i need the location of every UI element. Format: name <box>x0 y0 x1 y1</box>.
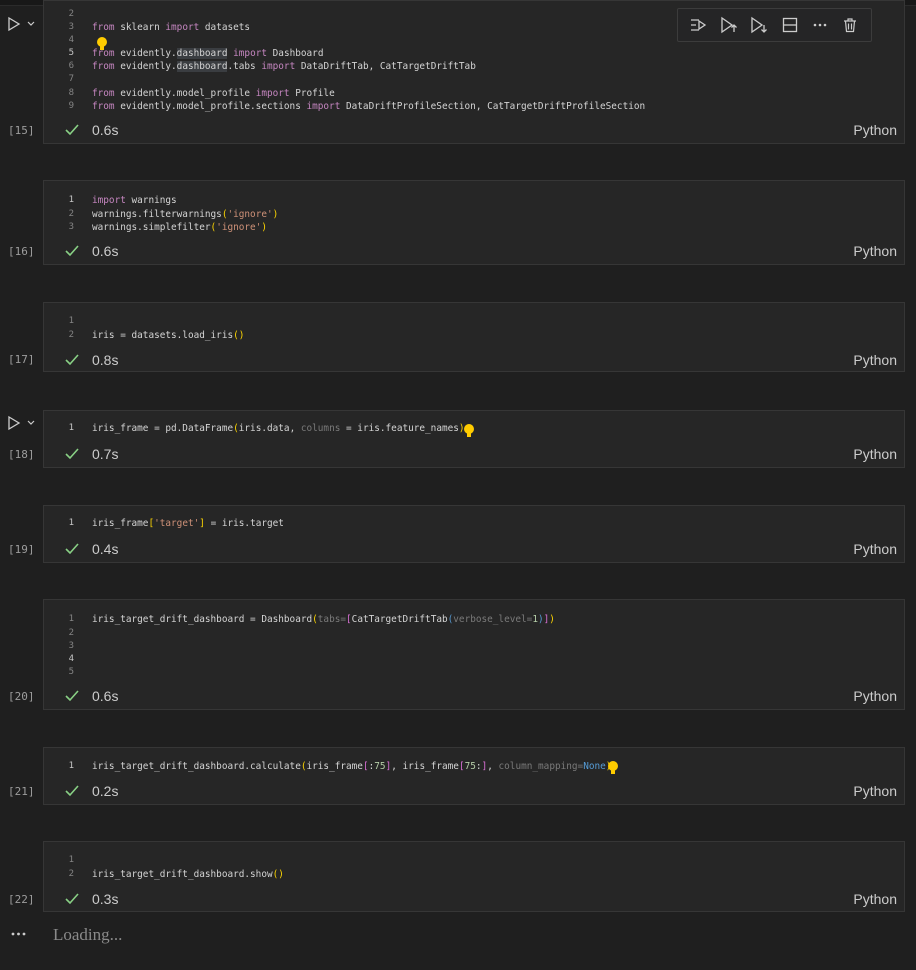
run-by-line-button[interactable] <box>687 13 711 37</box>
cell-run-control[interactable] <box>6 14 36 34</box>
code-line[interactable]: 1 <box>44 315 904 328</box>
kernel-language[interactable]: Python <box>853 783 897 799</box>
delete-cell-button[interactable] <box>838 13 862 37</box>
execute-below-button[interactable] <box>747 13 771 37</box>
success-check-icon <box>65 543 79 555</box>
code-line[interactable]: 1 <box>44 854 904 867</box>
code-line[interactable]: 8 from evidently.model_profile import Pro… <box>44 87 904 100</box>
cell-status: 0.6s Python <box>44 687 904 707</box>
cell-status: 0.6s Python <box>44 242 904 262</box>
success-check-icon <box>65 245 79 257</box>
code-line[interactable]: 3 warnings.simplefilter('ignore') <box>44 221 904 234</box>
chevron-down-icon[interactable] <box>26 418 36 428</box>
kernel-language[interactable]: Python <box>853 688 897 704</box>
run-cell-icon[interactable] <box>6 415 22 431</box>
code-line[interactable]: 2 iris = datasets.load_iris() <box>44 329 904 342</box>
execution-time: 0.2s <box>92 783 119 799</box>
lightbulb-icon[interactable] <box>95 36 109 52</box>
cell-status: 0.8s Python <box>44 351 904 371</box>
success-check-icon <box>65 448 79 460</box>
code-line[interactable]: 2 iris_target_drift_dashboard.show() <box>44 868 904 881</box>
code-line[interactable]: 7 <box>44 73 904 86</box>
code-line[interactable]: 1 iris_target_drift_dashboard.calculate(i… <box>44 760 904 773</box>
code-line[interactable]: 3 <box>44 640 904 653</box>
code-line[interactable]: 6 from evidently.dashboard.tabs import Da… <box>44 60 904 73</box>
execution-count: [15] <box>8 124 35 137</box>
execution-count: [21] <box>8 785 35 798</box>
kernel-language[interactable]: Python <box>853 541 897 557</box>
code-line[interactable]: 5 <box>44 666 904 679</box>
execution-count: [22] <box>8 893 35 906</box>
cell-status: 0.6s Python <box>44 121 904 141</box>
code-line[interactable]: 2 <box>44 627 904 640</box>
execution-time: 0.6s <box>92 122 119 138</box>
execution-count: [17] <box>8 353 35 366</box>
execute-below-icon[interactable] <box>750 16 768 34</box>
execute-above-button[interactable] <box>717 13 741 37</box>
run-by-line-icon[interactable] <box>690 17 708 33</box>
run-cell-icon[interactable] <box>6 16 22 32</box>
notebook-cell[interactable]: 1 2 iris = datasets.load_iris() 0.8s Pyth… <box>43 302 905 372</box>
success-check-icon <box>65 785 79 797</box>
success-check-icon <box>65 354 79 366</box>
execution-count: [19] <box>8 543 35 556</box>
kernel-language[interactable]: Python <box>853 243 897 259</box>
output-more-icon[interactable] <box>10 924 30 944</box>
kernel-language[interactable]: Python <box>853 891 897 907</box>
notebook-cell[interactable]: 1 iris_target_drift_dashboard = Dashboard… <box>43 599 905 710</box>
chevron-down-icon[interactable] <box>26 19 36 29</box>
notebook-cell[interactable]: 1 iris_target_drift_dashboard.calculate(i… <box>43 747 905 805</box>
more-actions-button[interactable] <box>808 13 832 37</box>
lightbulb-icon[interactable] <box>462 423 476 439</box>
lightbulb-icon[interactable] <box>606 760 620 776</box>
success-check-icon <box>65 690 79 702</box>
split-cell-button[interactable] <box>778 13 802 37</box>
execution-time: 0.8s <box>92 352 119 368</box>
notebook-cell[interactable]: 1 iris_frame['target'] = iris.target 0.4s… <box>43 505 905 563</box>
notebook-cell[interactable]: 1 2 iris_target_drift_dashboard.show() 0.… <box>43 841 905 912</box>
success-check-icon <box>65 893 79 905</box>
execute-above-icon[interactable] <box>720 16 738 34</box>
success-check-icon <box>65 124 79 136</box>
cell-status: 0.7s Python <box>44 445 904 465</box>
cell-status: 0.2s Python <box>44 782 904 802</box>
code-line[interactable]: 1 iris_frame['target'] = iris.target <box>44 517 904 530</box>
split-cell-icon[interactable] <box>782 17 798 33</box>
cell-toolbar <box>677 8 872 42</box>
execution-time: 0.4s <box>92 541 119 557</box>
execution-time: 0.3s <box>92 891 119 907</box>
code-line[interactable]: 2 warnings.filterwarnings('ignore') <box>44 208 904 221</box>
execution-count: [16] <box>8 245 35 258</box>
execution-count: [20] <box>8 690 35 703</box>
code-line[interactable]: 9 from evidently.model_profile.sections i… <box>44 100 904 113</box>
execution-time: 0.7s <box>92 446 119 462</box>
output-loading-text: Loading... <box>53 925 123 944</box>
code-line[interactable]: 4 <box>44 653 904 666</box>
code-line[interactable]: 1 iris_target_drift_dashboard = Dashboard… <box>44 613 904 626</box>
execution-count: [18] <box>8 448 35 461</box>
cell-run-control[interactable] <box>6 413 36 433</box>
notebook-cell[interactable]: 1 iris_frame = pd.DataFrame(iris.data, co… <box>43 410 905 468</box>
kernel-language[interactable]: Python <box>853 352 897 368</box>
execution-time: 0.6s <box>92 688 119 704</box>
code-line[interactable]: 1 import warnings <box>44 194 904 207</box>
more-actions-icon[interactable] <box>812 17 828 33</box>
kernel-language[interactable]: Python <box>853 122 897 138</box>
execution-time: 0.6s <box>92 243 119 259</box>
cell-status: 0.3s Python <box>44 890 904 910</box>
cell-status: 0.4s Python <box>44 540 904 560</box>
notebook-cell[interactable]: 1 import warnings 2 warnings.filterwarning… <box>43 180 905 265</box>
code-line[interactable]: 5 from evidently.dashboard import Dashboa… <box>44 47 904 60</box>
kernel-language[interactable]: Python <box>853 446 897 462</box>
delete-cell-icon[interactable] <box>842 17 858 33</box>
